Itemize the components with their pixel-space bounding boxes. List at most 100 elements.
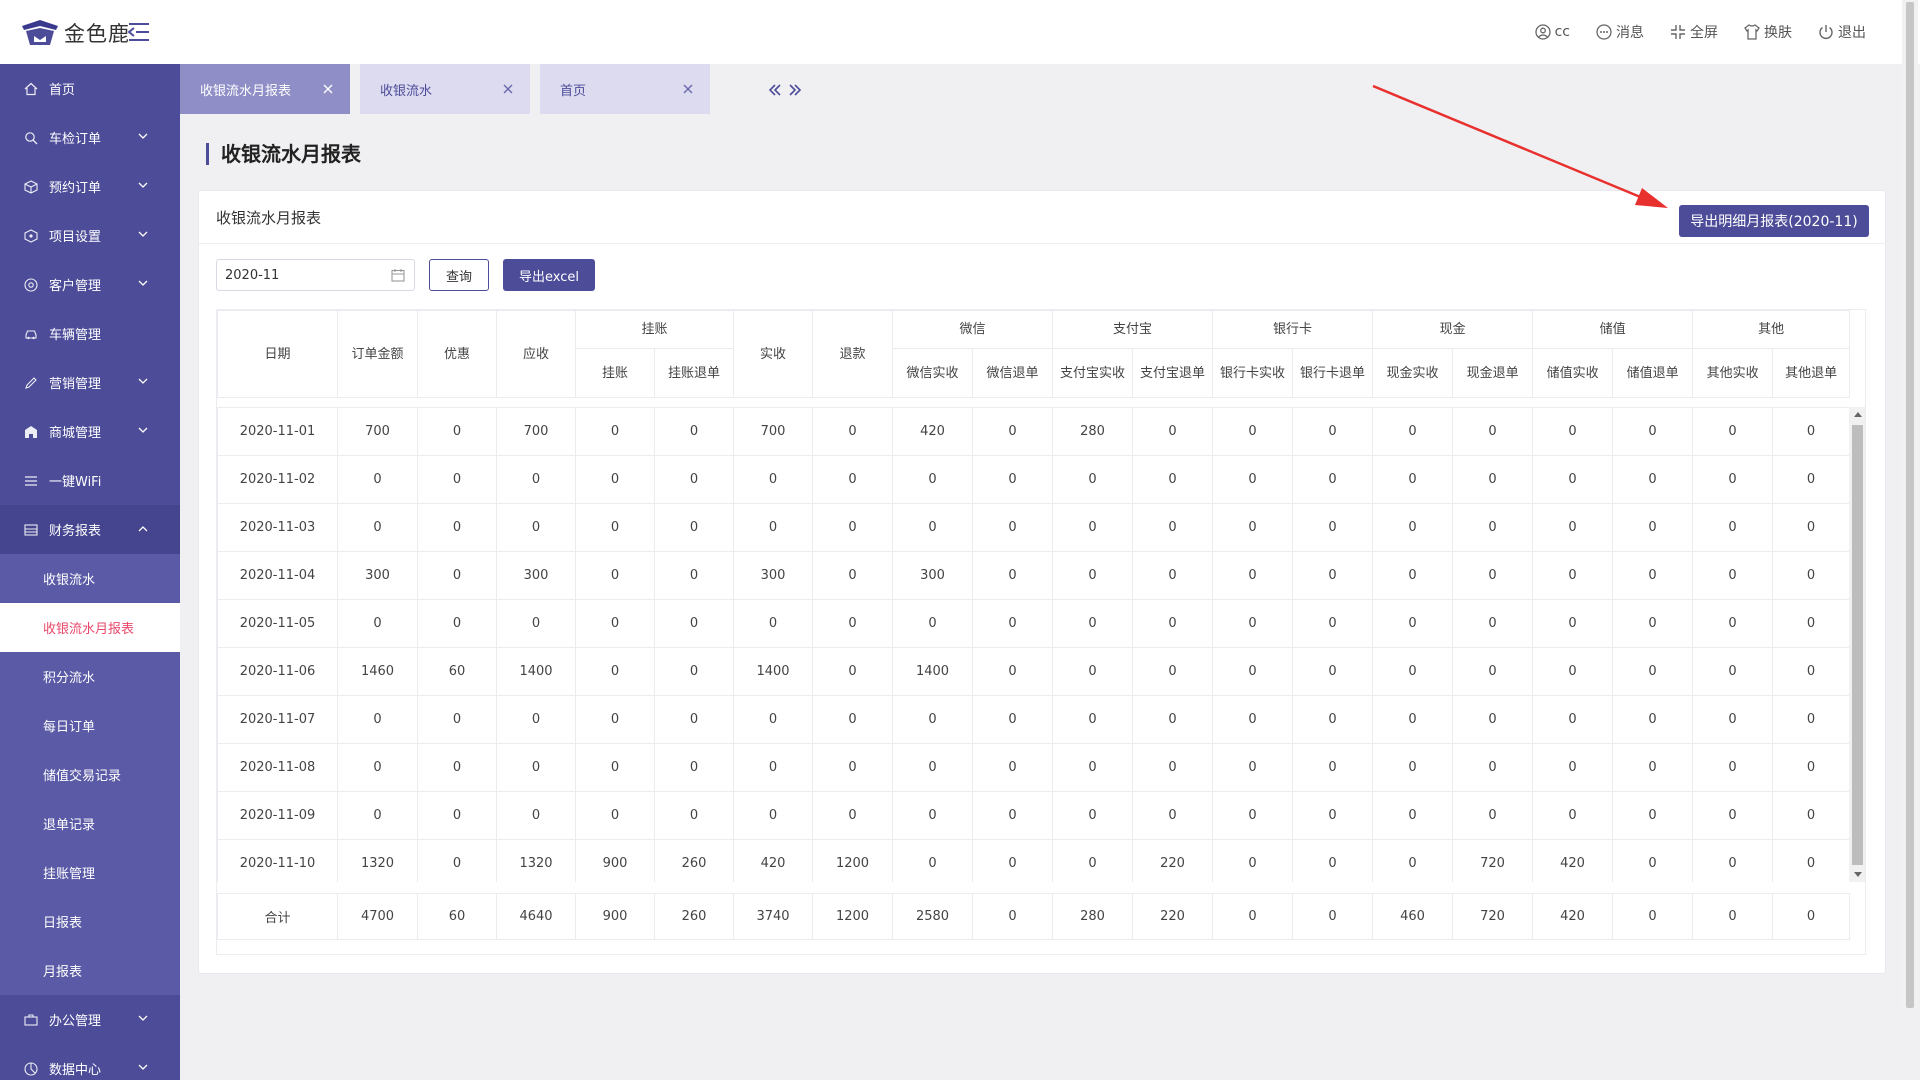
- column-subheader: 储值实收: [1532, 348, 1614, 398]
- export-detail-report-button[interactable]: 导出明细月报表(2020-11): [1679, 205, 1869, 237]
- sidebar-item-booking-orders[interactable]: 预约订单: [0, 162, 180, 211]
- sidebar-item-home[interactable]: 首页: [0, 64, 180, 113]
- table-cell: 0: [1372, 599, 1453, 648]
- sidebar-subitem-daily-report[interactable]: 日报表: [0, 897, 180, 946]
- table-cell: 0: [654, 599, 734, 648]
- table-cell: 0: [1052, 503, 1133, 552]
- sidebar-subitem-cash-flow-monthly[interactable]: 收银流水月报表: [0, 603, 180, 652]
- cube-icon: [24, 228, 38, 243]
- table-cell: 0: [1212, 743, 1293, 792]
- sidebar-item-vehicles[interactable]: 车辆管理: [0, 309, 180, 358]
- page-scroll-thumb[interactable]: [1906, 2, 1914, 1008]
- table-cell: 0: [1372, 503, 1453, 552]
- tab-home[interactable]: 首页: [540, 64, 710, 114]
- month-picker-input[interactable]: 2020-11: [216, 259, 415, 291]
- table-cell: 0: [1292, 695, 1373, 744]
- tab-cash-flow[interactable]: 收银流水: [360, 64, 530, 114]
- tab-cash-flow-monthly[interactable]: 收银流水月报表: [180, 64, 350, 114]
- sidebar-item-label: 客户管理: [49, 279, 102, 294]
- page-vertical-scrollbar[interactable]: [1902, 0, 1918, 1010]
- table-cell: 1320: [496, 839, 576, 882]
- app-logo[interactable]: 金色鹿: [20, 16, 130, 50]
- export-excel-button[interactable]: 导出excel: [503, 259, 595, 291]
- table-cell: 280: [1052, 407, 1133, 456]
- total-cell: 60: [417, 893, 497, 940]
- sidebar-item-label: 数据中心: [49, 1063, 102, 1078]
- sidebar-subitem-monthly-report[interactable]: 月报表: [0, 946, 180, 995]
- table-cell: 0: [337, 743, 418, 792]
- sidebar-subitem-stored-value-records[interactable]: 储值交易记录: [0, 750, 180, 799]
- table-cell: 0: [972, 839, 1053, 882]
- table-cell: 0: [892, 695, 973, 744]
- table-cell: 700: [496, 407, 576, 456]
- table-cell: 0: [972, 407, 1053, 456]
- sidebar-item-mall[interactable]: 商城管理: [0, 407, 180, 456]
- table-cell: 0: [812, 407, 893, 456]
- sidebar-subitem-daily-orders[interactable]: 每日订单: [0, 701, 180, 750]
- scroll-down-arrow-icon[interactable]: [1854, 872, 1862, 877]
- table-cell: 0: [1292, 551, 1373, 600]
- chevron-down-icon: [138, 182, 148, 188]
- logout-button[interactable]: 退出: [1818, 22, 1866, 42]
- query-button[interactable]: 查询: [429, 259, 489, 291]
- report-card: 收银流水月报表 导出明细月报表(2020-11) 2020-11 查询 导出ex…: [198, 190, 1886, 974]
- table-cell: 0: [972, 743, 1053, 792]
- table-cell: 0: [1772, 791, 1849, 840]
- sidebar-item-finance-reports[interactable]: 财务报表: [0, 505, 180, 554]
- sidebar-subitem-credit-management[interactable]: 挂账管理: [0, 848, 180, 897]
- sidebar-item-data-center[interactable]: 数据中心: [0, 1044, 180, 1080]
- table-cell: 0: [337, 791, 418, 840]
- sidebar-item-inspection-orders[interactable]: 车检订单: [0, 113, 180, 162]
- user-menu[interactable]: cc: [1534, 24, 1570, 40]
- table-body-scroll[interactable]: 2020-11-01 700 0 700 0 0 700 0 420 0 280 0 0 0 0 0 0 0 0 0 2…: [217, 407, 1849, 882]
- scroll-thumb[interactable]: [1852, 425, 1863, 865]
- sidebar-subitem-points-flow[interactable]: 积分流水: [0, 652, 180, 701]
- table-cell: 0: [812, 791, 893, 840]
- skin-button[interactable]: 换肤: [1744, 22, 1792, 42]
- sidebar-item-project-settings[interactable]: 项目设置: [0, 211, 180, 260]
- table-cell: 0: [337, 695, 418, 744]
- menu-toggle-button[interactable]: [128, 22, 150, 42]
- double-chevron-right-icon[interactable]: [788, 83, 802, 97]
- table-cell: 0: [972, 503, 1053, 552]
- table-cell: 0: [1132, 455, 1213, 504]
- table-row: 2020-11-04 300 0 300 0 0 300 0 300 0 0 0 0 0 0 0 0 0 0 0: [217, 551, 1849, 600]
- sidebar-subitem-refund-records[interactable]: 退单记录: [0, 799, 180, 848]
- table-cell: 0: [1292, 647, 1373, 696]
- double-chevron-left-icon[interactable]: [768, 83, 782, 97]
- table-body: 2020-11-01 700 0 700 0 0 700 0 420 0 280 0 0 0 0 0 0 0 0 0 2…: [217, 407, 1849, 882]
- table-cell: 0: [654, 791, 734, 840]
- sidebar-item-wifi[interactable]: 一键WiFi: [0, 456, 180, 505]
- messages-link[interactable]: 消息: [1596, 22, 1644, 42]
- fullscreen-button[interactable]: 全屏: [1670, 22, 1718, 42]
- close-icon[interactable]: [322, 83, 334, 95]
- sidebar-item-label: 项目设置: [49, 230, 102, 245]
- column-header: 银行卡: [1212, 310, 1374, 349]
- sidebar-item-office[interactable]: 办公管理: [0, 995, 180, 1044]
- total-cell: 1200: [812, 893, 893, 940]
- table-cell: 0: [1452, 599, 1533, 648]
- close-icon[interactable]: [502, 83, 514, 95]
- scroll-up-arrow-icon[interactable]: [1854, 412, 1862, 417]
- table-cell: 0: [1212, 695, 1293, 744]
- total-cell: 4640: [496, 893, 576, 940]
- sidebar-subitem-cash-flow[interactable]: 收银流水: [0, 554, 180, 603]
- close-icon[interactable]: [682, 83, 694, 95]
- calendar-icon[interactable]: [391, 268, 405, 282]
- total-cell: 420: [1532, 893, 1613, 940]
- table-cell: 0: [1452, 791, 1533, 840]
- table-vertical-scrollbar[interactable]: [1849, 407, 1865, 882]
- table-cell: 0: [892, 839, 973, 882]
- table-cell: 0: [1452, 743, 1533, 792]
- table-cell: 0: [1292, 791, 1373, 840]
- sidebar-item-customers[interactable]: 客户管理: [0, 260, 180, 309]
- sidebar-item-marketing[interactable]: 营销管理: [0, 358, 180, 407]
- chevron-down-icon: [138, 1015, 148, 1021]
- table-cell: 0: [654, 551, 734, 600]
- table-cell: 0: [496, 455, 576, 504]
- table-cell: 0: [337, 455, 418, 504]
- table-cell: 300: [337, 551, 418, 600]
- table-cell: 0: [1132, 695, 1213, 744]
- messages-label: 消息: [1616, 25, 1644, 41]
- table-row: 2020-11-09 0 0 0 0 0 0 0 0 0 0 0 0 0 0 0 0 0 0 0: [217, 791, 1849, 840]
